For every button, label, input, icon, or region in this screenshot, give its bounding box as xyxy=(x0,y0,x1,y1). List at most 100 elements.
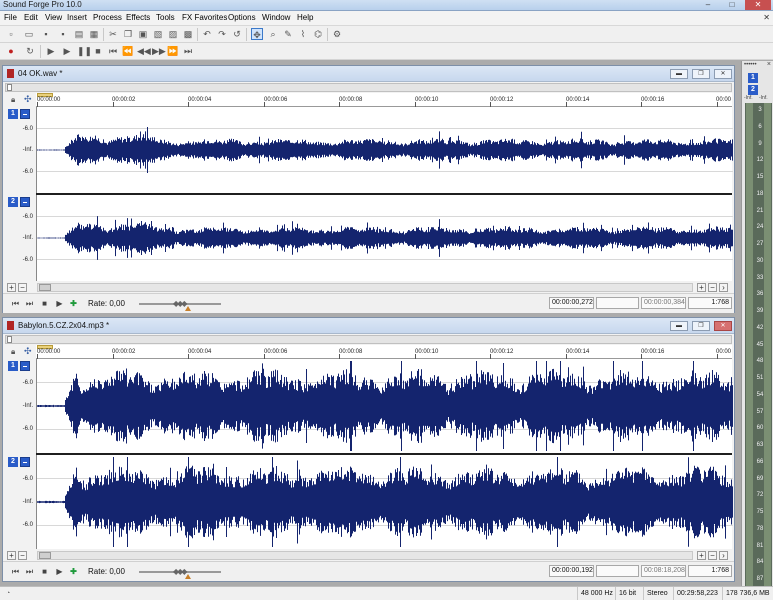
channel-number[interactable]: 1 xyxy=(8,109,18,119)
meter-channel[interactable]: 1 xyxy=(748,73,758,83)
menu-file[interactable]: File xyxy=(4,13,17,22)
stop-icon[interactable]: ■ xyxy=(92,45,104,57)
redo-icon[interactable]: ↷ xyxy=(216,28,228,40)
zoom-out-icon[interactable]: − xyxy=(708,551,717,560)
close-icon[interactable]: ✕ xyxy=(714,69,732,79)
open-folder-icon[interactable]: ▭ xyxy=(23,28,35,40)
time-ruler[interactable]: 00:00:00 00:00:02 00:00:04 00:00:06 00:0… xyxy=(36,345,732,359)
minimize-icon[interactable]: – xyxy=(697,0,719,10)
status-channels[interactable]: Stereo xyxy=(643,587,671,600)
new-file-icon[interactable]: ▫ xyxy=(5,28,17,40)
close-icon[interactable]: ✕ xyxy=(714,321,732,331)
lock-icon[interactable]: 🔒︎ xyxy=(11,347,15,357)
menu-options[interactable]: Options xyxy=(228,13,256,22)
selection-start[interactable]: 00:00:00,192 xyxy=(549,565,594,577)
channel-mute-button[interactable] xyxy=(20,361,30,371)
zoom-ratio[interactable]: 1:768 xyxy=(688,297,732,309)
magnify-tool-icon[interactable]: ⌕ xyxy=(267,28,279,40)
pause-icon[interactable]: ❚❚ xyxy=(77,45,92,57)
menu-help[interactable]: Help xyxy=(297,13,313,22)
play-icon[interactable]: ▶ xyxy=(54,566,65,577)
selection-start[interactable]: 00:00:00,272 xyxy=(549,297,594,309)
add-marker-icon[interactable]: ✚ xyxy=(68,298,79,309)
print-icon[interactable]: ▦ xyxy=(88,28,100,40)
waveform-channel-2[interactable] xyxy=(36,455,733,549)
minimize-icon[interactable]: ▬ xyxy=(670,69,688,79)
selection-length[interactable]: 00:08:18,208 xyxy=(641,565,686,577)
restore-icon[interactable]: ❐ xyxy=(692,321,710,331)
zoom-out-icon[interactable]: − xyxy=(18,551,27,560)
cut-icon[interactable]: ✂ xyxy=(107,28,119,40)
snap-icon[interactable]: ✣ xyxy=(24,346,32,357)
channel-mute-button[interactable] xyxy=(20,457,30,467)
zoom-in-icon[interactable]: + xyxy=(697,551,706,560)
menu-fx-favorites[interactable]: FX Favorites xyxy=(182,13,227,22)
zoom-out-icon[interactable]: − xyxy=(18,283,27,292)
save-as-icon[interactable]: ▪ xyxy=(57,28,69,40)
repeat-icon[interactable]: ↺ xyxy=(231,28,243,40)
overview-position[interactable] xyxy=(7,336,12,343)
go-to-end-icon[interactable]: ⏭ xyxy=(24,566,35,577)
trim-icon[interactable]: ▨ xyxy=(167,28,179,40)
menu-view[interactable]: View xyxy=(45,13,62,22)
scroll-right-icon[interactable]: › xyxy=(719,283,728,292)
status-sample-rate[interactable]: 48 000 Hz xyxy=(577,587,616,600)
status-bit-depth[interactable]: 16 bit xyxy=(615,587,639,600)
play-all-icon[interactable]: ▶ xyxy=(45,45,57,57)
stop-icon[interactable]: ■ xyxy=(39,566,50,577)
scroll-right-icon[interactable]: › xyxy=(719,551,728,560)
copy-icon[interactable]: ❐ xyxy=(122,28,134,40)
paste-icon[interactable]: ▣ xyxy=(137,28,149,40)
time-ruler[interactable]: 00:00:00 00:00:02 00:00:04 00:00:06 00:0… xyxy=(36,93,732,107)
fast-forward-icon[interactable]: ▶▶ xyxy=(152,45,166,57)
snap-icon[interactable]: ✣ xyxy=(24,94,32,105)
menu-effects[interactable]: Effects xyxy=(126,13,150,22)
go-to-start-icon[interactable]: ⏮ xyxy=(10,298,21,309)
menu-insert[interactable]: Insert xyxy=(67,13,87,22)
selection-end[interactable] xyxy=(596,565,639,577)
zoom-in-icon[interactable]: + xyxy=(697,283,706,292)
rate-slider-knob[interactable]: ◆◆◆ xyxy=(173,567,188,576)
crop-icon[interactable]: ▩ xyxy=(182,28,194,40)
record-icon[interactable]: ● xyxy=(5,45,17,57)
settings-icon[interactable]: ⚙ xyxy=(331,28,343,40)
mix-icon[interactable]: ▧ xyxy=(152,28,164,40)
scroll-track[interactable] xyxy=(37,551,693,560)
zoom-ratio[interactable]: 1:768 xyxy=(688,565,732,577)
fast-forward-icon[interactable]: ⏩ xyxy=(167,45,179,57)
channel-mute-button[interactable] xyxy=(20,109,30,119)
go-to-start-icon[interactable]: ⏮ xyxy=(107,45,119,57)
data-window-titlebar[interactable]: Babylon.5.CZ.2x04.mp3 * ▬ ❐ ✕ xyxy=(3,318,734,334)
menu-process[interactable]: Process xyxy=(93,13,122,22)
scroll-track[interactable] xyxy=(37,283,693,292)
selection-length[interactable]: 00:00:00,384 xyxy=(641,297,686,309)
zoom-in-icon[interactable]: + xyxy=(7,283,16,292)
event-tool-icon[interactable]: ⌬ xyxy=(312,28,324,40)
waveform-channel-1[interactable] xyxy=(36,107,733,193)
waveform-channel-2[interactable] xyxy=(36,195,733,281)
menu-window[interactable]: Window xyxy=(262,13,290,22)
channel-number[interactable]: 1 xyxy=(8,361,18,371)
zoom-in-icon[interactable]: + xyxy=(7,551,16,560)
minimize-icon[interactable]: ▬ xyxy=(670,321,688,331)
go-to-end-icon[interactable]: ⏭ xyxy=(24,298,35,309)
mdi-close-icon[interactable]: ✕ xyxy=(763,13,770,22)
meter-close-icon[interactable]: × xyxy=(767,61,771,68)
pencil-tool-icon[interactable]: ✎ xyxy=(282,28,294,40)
rewind-icon[interactable]: ⏪ xyxy=(122,45,134,57)
render-icon[interactable]: ▤ xyxy=(73,28,85,40)
add-marker-icon[interactable]: ✚ xyxy=(68,566,79,577)
go-to-start-icon[interactable]: ⏮ xyxy=(10,566,21,577)
maximize-icon[interactable]: □ xyxy=(721,0,743,10)
scroll-thumb[interactable] xyxy=(39,284,51,291)
overview-bar[interactable] xyxy=(5,335,732,344)
close-icon[interactable]: ✕ xyxy=(745,0,771,10)
play-icon[interactable]: ▶ xyxy=(54,298,65,309)
loop-icon[interactable]: ↻ xyxy=(24,45,36,57)
waveform-channel-1[interactable] xyxy=(36,359,733,453)
channel-number[interactable]: 2 xyxy=(8,197,18,207)
stop-icon[interactable]: ■ xyxy=(39,298,50,309)
rewind-icon[interactable]: ◀◀ xyxy=(137,45,151,57)
channel-mute-button[interactable] xyxy=(20,197,30,207)
undo-icon[interactable]: ↶ xyxy=(201,28,213,40)
